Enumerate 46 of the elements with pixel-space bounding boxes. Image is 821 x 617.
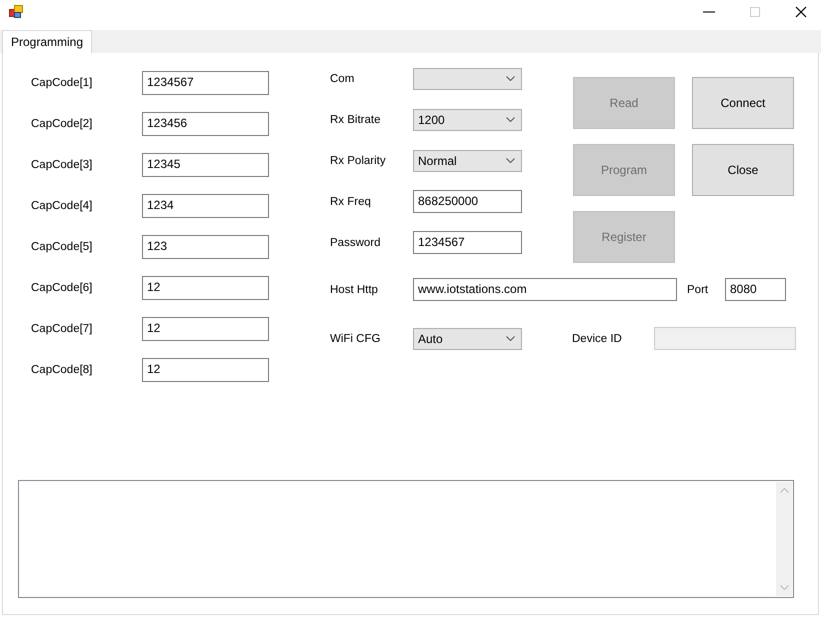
field-label: Rx Bitrate bbox=[330, 114, 382, 126]
dropdown[interactable]: 1200 bbox=[413, 108, 522, 130]
field-label: CapCode[4] bbox=[31, 200, 94, 212]
field-label: CapCode[2] bbox=[31, 118, 94, 130]
tab[interactable]: Programming bbox=[2, 30, 92, 53]
field-label: Rx Polarity bbox=[330, 154, 387, 166]
field-label: WiFi CFG bbox=[330, 332, 382, 344]
dropdown[interactable] bbox=[413, 68, 522, 90]
input-field[interactable]: 12 bbox=[142, 317, 269, 341]
app-icon bbox=[9, 5, 23, 19]
field-label: CapCode[5] bbox=[31, 241, 94, 253]
dropdown[interactable]: Normal bbox=[413, 150, 522, 172]
chevron-down-icon[interactable] bbox=[780, 585, 788, 590]
input-field[interactable]: 123456 bbox=[142, 112, 269, 136]
log-area[interactable] bbox=[18, 480, 794, 598]
field-label: Rx Freq bbox=[330, 196, 372, 208]
input-field[interactable]: 12345 bbox=[142, 153, 269, 177]
field-label: CapCode[6] bbox=[31, 282, 94, 294]
input-field[interactable]: 1234567 bbox=[413, 231, 522, 254]
chevron-up-icon[interactable] bbox=[780, 488, 788, 493]
input-field[interactable]: 868250000 bbox=[413, 190, 522, 213]
button[interactable]: Close bbox=[692, 144, 794, 196]
scrollbar[interactable] bbox=[776, 482, 792, 596]
input-field[interactable]: 8080 bbox=[725, 278, 786, 301]
input-field[interactable]: 1234 bbox=[142, 194, 269, 218]
field-label: CapCode[3] bbox=[31, 159, 94, 171]
close-icon[interactable] bbox=[795, 6, 807, 18]
input-field[interactable]: 12 bbox=[142, 276, 269, 300]
field-label: Device ID bbox=[572, 332, 623, 344]
button[interactable]: Connect bbox=[692, 77, 794, 129]
chevron-down-icon bbox=[506, 117, 515, 122]
input-field[interactable]: 1234567 bbox=[142, 71, 269, 95]
field-label: Port bbox=[687, 284, 710, 296]
input-field[interactable]: 123 bbox=[142, 235, 269, 259]
dropdown[interactable]: Auto bbox=[413, 328, 522, 350]
field-label: CapCode[1] bbox=[31, 77, 94, 89]
field-label: Password bbox=[330, 236, 382, 248]
field-label: Com bbox=[330, 72, 356, 84]
field-label: CapCode[8] bbox=[31, 364, 94, 376]
chevron-down-icon bbox=[506, 76, 515, 81]
chevron-down-icon bbox=[506, 158, 515, 163]
input-field[interactable]: 12 bbox=[142, 358, 269, 382]
field-label: Host Http bbox=[330, 284, 379, 296]
field-label: CapCode[7] bbox=[31, 323, 94, 335]
chevron-down-icon bbox=[506, 336, 515, 341]
input-field[interactable]: www.iotstations.com bbox=[413, 278, 677, 301]
